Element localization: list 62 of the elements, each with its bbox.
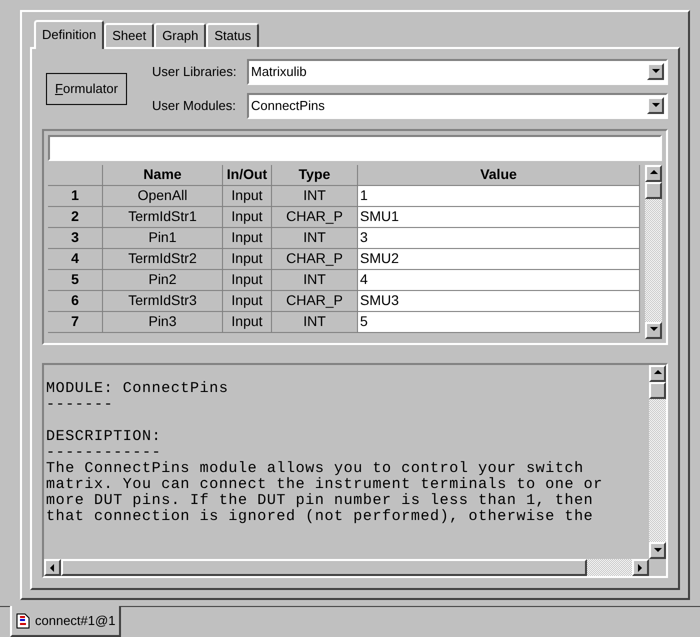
column-header[interactable]: Name	[103, 164, 223, 186]
scroll-up-button[interactable]	[645, 164, 662, 182]
table-cell: Pin2	[103, 270, 223, 290]
row-header[interactable]: 1	[48, 186, 103, 206]
table-cell[interactable]: 1	[358, 186, 640, 206]
table-cell: TermIdStr1	[103, 206, 223, 228]
dropdown-button[interactable]	[647, 63, 664, 80]
table-cell: Input	[223, 290, 272, 312]
dropdown-button[interactable]	[647, 97, 664, 114]
row-header[interactable]: 4	[48, 248, 103, 270]
table-cell: Input	[223, 206, 272, 228]
column-header[interactable]: In/Out	[223, 164, 272, 186]
dropdown[interactable]: ConnectPins	[247, 92, 668, 118]
tab[interactable]: Status	[206, 23, 260, 46]
table-cell: Input	[223, 312, 272, 332]
tab[interactable]: Graph	[154, 23, 206, 46]
table-cell: Pin1	[103, 228, 223, 248]
description-line: The ConnectPins module allows you to control your switch	[46, 460, 585, 476]
table-cell[interactable]: SMU2	[358, 248, 640, 270]
table-cell: OpenAll	[103, 186, 223, 206]
column-header[interactable]: Value	[358, 164, 640, 186]
table-cell[interactable]: 5	[358, 312, 640, 332]
row-header[interactable]: 3	[48, 228, 103, 248]
column-header[interactable]: Type	[272, 164, 358, 186]
description-line: that connection is ignored (not performed), otherwise the	[46, 508, 594, 524]
scroll-left-button[interactable]	[44, 559, 61, 576]
table-cell: Input	[223, 248, 272, 270]
row-header[interactable]: 2	[48, 206, 103, 228]
section-rule: -------	[46, 396, 114, 412]
formulator-button[interactable]: Formulator	[46, 72, 127, 104]
table-cell[interactable]: SMU1	[358, 206, 640, 228]
document-icon	[16, 612, 30, 628]
dropdown[interactable]: Matrixulib	[247, 58, 668, 84]
document-tab[interactable]: connect#1@1	[10, 606, 122, 637]
section-rule: ------------	[46, 444, 162, 460]
tab[interactable]: Sheet	[104, 23, 154, 46]
table-cell[interactable]: SMU3	[358, 290, 640, 312]
table-cell: TermIdStr3	[103, 290, 223, 312]
description-line: matrix. You can connect the instrument terminals to one or	[46, 476, 604, 492]
table-cell[interactable]: 3	[358, 228, 640, 248]
field-label: User Libraries:	[152, 62, 238, 81]
description-line: more DUT pins. If the DUT pin number is less than 1, then	[46, 492, 594, 508]
tab[interactable]: Definition	[34, 20, 104, 48]
section-heading: DESCRIPTION:	[46, 428, 162, 444]
scroll-right-button[interactable]	[632, 559, 649, 576]
row-header[interactable]: 5	[48, 270, 103, 290]
row-header[interactable]: 6	[48, 290, 103, 312]
table-cell: Input	[223, 186, 272, 206]
scroll-up-button[interactable]	[649, 364, 666, 382]
scroll-down-button[interactable]	[645, 322, 662, 338]
row-header[interactable]: 7	[48, 312, 103, 332]
scrollbar-thumb[interactable]	[649, 382, 666, 398]
scrollbar-thumb[interactable]	[645, 182, 662, 198]
table-cell: Input	[223, 228, 272, 248]
table-cell: Input	[223, 270, 272, 290]
scroll-down-button[interactable]	[649, 542, 666, 559]
table-cell: Pin3	[103, 312, 223, 332]
field-label: User Modules:	[152, 96, 237, 115]
cell-edit-field[interactable]	[48, 134, 662, 160]
section-heading: MODULE: ConnectPins	[46, 380, 230, 396]
table-cell: TermIdStr2	[103, 248, 223, 270]
table-cell[interactable]: 4	[358, 270, 640, 290]
